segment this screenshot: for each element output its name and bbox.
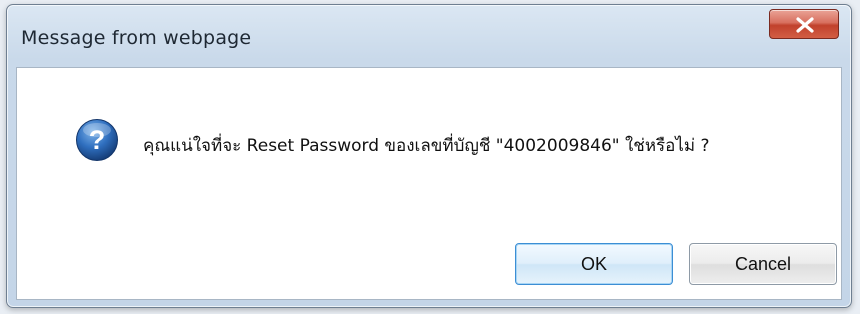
question-icon: ? [76,119,118,161]
cancel-button[interactable]: Cancel [689,243,837,285]
dialog-titlebar[interactable]: Message from webpage [7,5,851,65]
close-icon [796,17,814,33]
dialog-title: Message from webpage [21,27,252,49]
dialog-message: คุณแน่ใจที่จะ Reset Password ของเลขที่บั… [143,136,710,156]
close-button[interactable] [769,9,839,39]
dialog-content: ? คุณแน่ใจที่จะ Reset Password ของเลขที่… [16,67,842,300]
svg-text:?: ? [89,125,106,155]
ok-button[interactable]: OK [515,243,673,285]
message-dialog: Message from webpage ? คุณแน่ใจที่จะ Res… [6,4,852,308]
